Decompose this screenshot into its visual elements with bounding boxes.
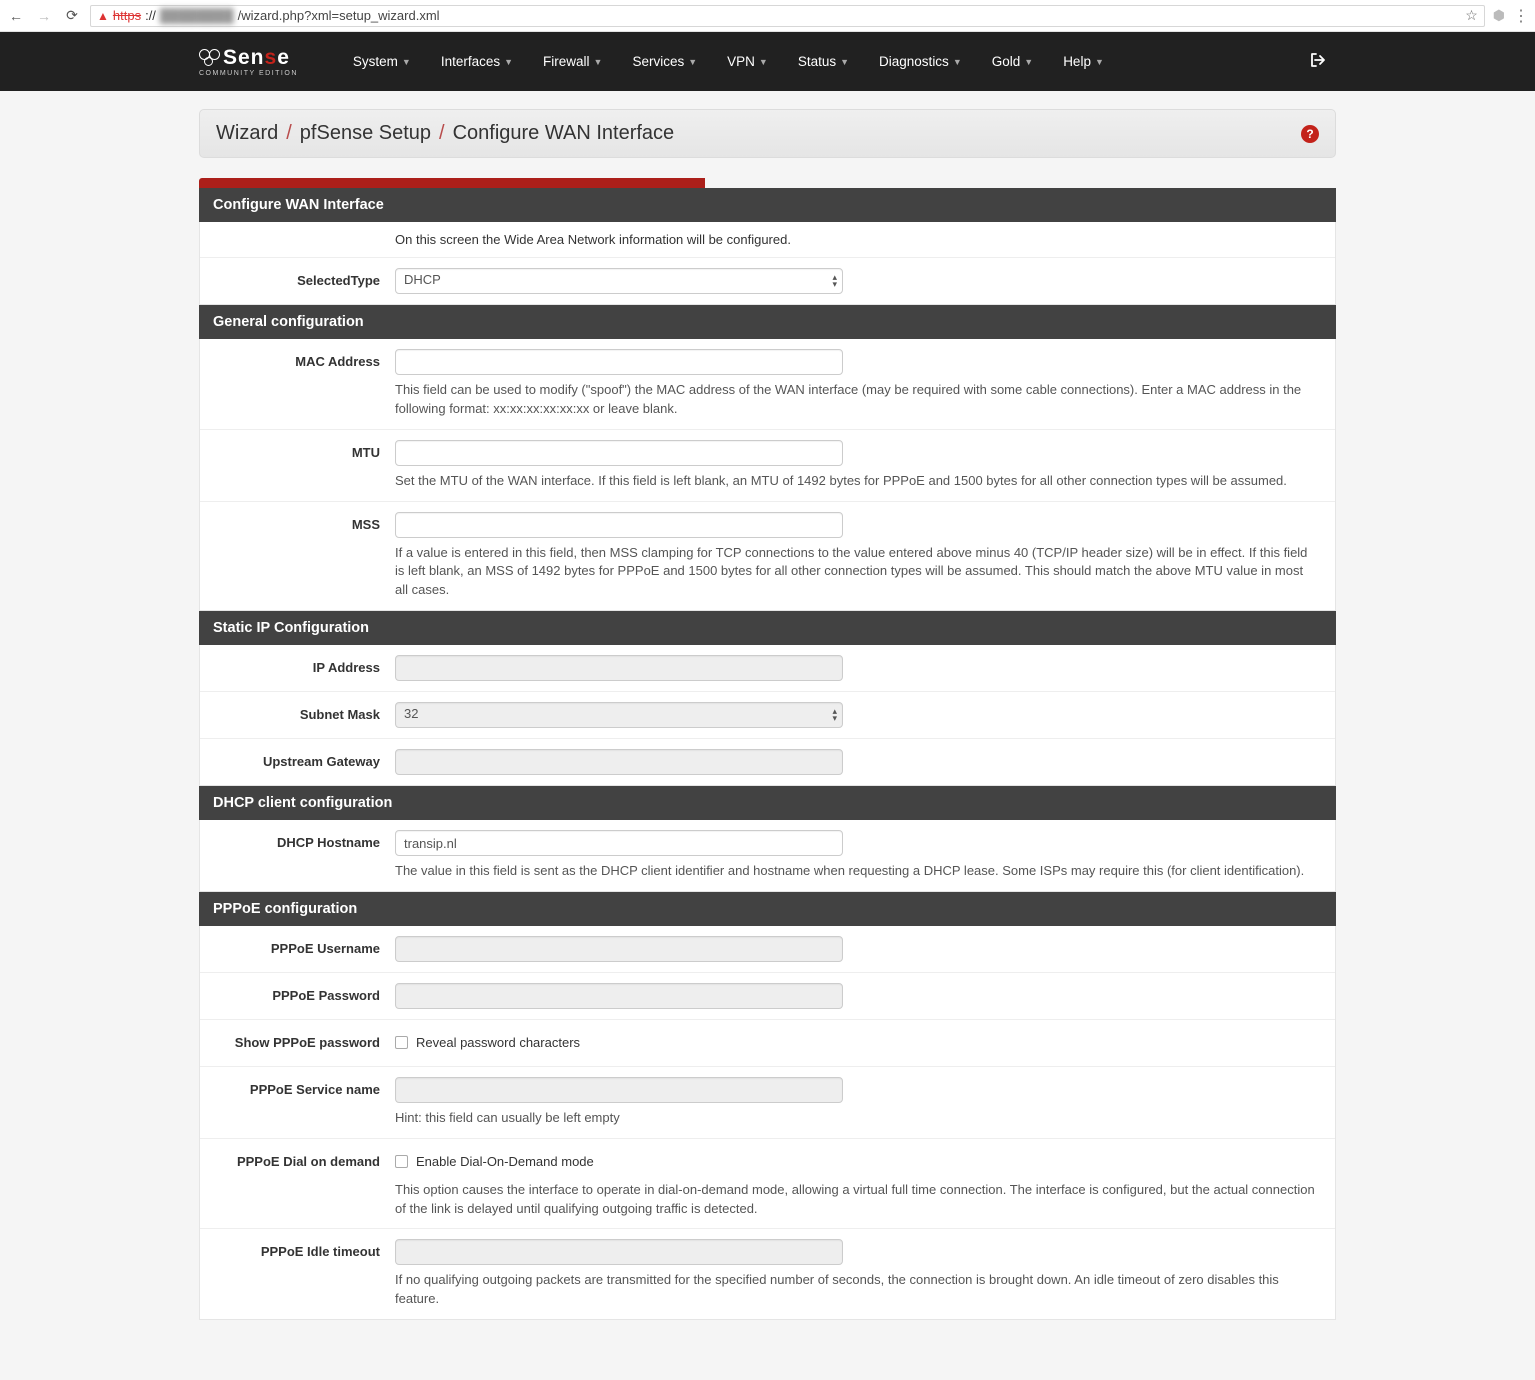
- wizard-progress: [199, 178, 1336, 188]
- browser-toolbar: ← → ⟳ ▲ https:// ████████ /wizard.php?xm…: [0, 0, 1535, 32]
- input-mtu[interactable]: [395, 440, 843, 466]
- text-pppoe-dial-on-demand: Enable Dial-On-Demand mode: [416, 1154, 594, 1169]
- input-pppoe-idle-timeout: [395, 1239, 843, 1265]
- help-pppoe-dial-on-demand: This option causes the interface to oper…: [395, 1181, 1315, 1219]
- label-mtu: MTU: [200, 440, 395, 491]
- nav-item-vpn[interactable]: VPN▼: [712, 32, 783, 91]
- help-dhcp-hostname: The value in this field is sent as the D…: [395, 862, 1315, 881]
- input-mac-address[interactable]: [395, 349, 843, 375]
- help-mss: If a value is entered in this field, the…: [395, 544, 1315, 601]
- select-subnet-mask: 32: [395, 702, 843, 728]
- input-pppoe-username: [395, 936, 843, 962]
- breadcrumb: Wizard / pfSense Setup / Configure WAN I…: [199, 109, 1336, 158]
- checkbox-pppoe-dial-on-demand[interactable]: [395, 1155, 408, 1168]
- nav-item-interfaces[interactable]: Interfaces▼: [426, 32, 528, 91]
- help-mac-address: This field can be used to modify ("spoof…: [395, 381, 1315, 419]
- label-subnet-mask: Subnet Mask: [200, 702, 395, 728]
- caret-down-icon: ▼: [1024, 57, 1033, 67]
- label-selected-type: SelectedType: [200, 268, 395, 294]
- label-mac-address: MAC Address: [200, 349, 395, 419]
- forward-button[interactable]: →: [34, 6, 54, 26]
- breadcrumb-setup[interactable]: pfSense Setup: [300, 122, 431, 145]
- select-selected-type[interactable]: DHCP: [395, 268, 843, 294]
- brand-text-3: e: [277, 46, 290, 70]
- caret-down-icon: ▼: [504, 57, 513, 67]
- checkbox-show-pppoe-password[interactable]: [395, 1036, 408, 1049]
- label-dhcp-hostname: DHCP Hostname: [200, 830, 395, 881]
- help-icon[interactable]: ?: [1301, 125, 1319, 143]
- label-show-pppoe-password: Show PPPoE password: [200, 1030, 395, 1056]
- caret-down-icon: ▼: [759, 57, 768, 67]
- nav-item-diagnostics[interactable]: Diagnostics▼: [864, 32, 977, 91]
- extension-icon[interactable]: ⬢: [1493, 7, 1505, 24]
- label-mss: MSS: [200, 512, 395, 601]
- nav-item-system[interactable]: System▼: [338, 32, 426, 91]
- pfsense-logo-icon: [199, 49, 221, 67]
- input-mss[interactable]: [395, 512, 843, 538]
- caret-down-icon: ▼: [1095, 57, 1104, 67]
- input-pppoe-service-name: [395, 1077, 843, 1103]
- caret-down-icon: ▼: [953, 57, 962, 67]
- nav-item-services[interactable]: Services▼: [617, 32, 712, 91]
- section-header-dhcp: DHCP client configuration: [199, 786, 1336, 820]
- breadcrumb-separator: /: [439, 122, 445, 145]
- label-pppoe-username: PPPoE Username: [200, 936, 395, 962]
- input-upstream-gateway: [395, 749, 843, 775]
- label-pppoe-dial-on-demand: PPPoE Dial on demand: [200, 1149, 395, 1219]
- caret-down-icon: ▼: [688, 57, 697, 67]
- url-host: ████████: [160, 8, 234, 23]
- text-show-pppoe-password: Reveal password characters: [416, 1035, 580, 1050]
- brand-logo[interactable]: Sense COMMUNITY EDITION: [199, 46, 308, 77]
- caret-down-icon: ▼: [840, 57, 849, 67]
- label-upstream-gateway: Upstream Gateway: [200, 749, 395, 775]
- breadcrumb-current: Configure WAN Interface: [453, 122, 675, 145]
- nav-item-status[interactable]: Status▼: [783, 32, 864, 91]
- main-navbar: Sense COMMUNITY EDITION System▼ Interfac…: [0, 32, 1535, 91]
- caret-down-icon: ▼: [402, 57, 411, 67]
- label-pppoe-service-name: PPPoE Service name: [200, 1077, 395, 1128]
- caret-down-icon: ▼: [594, 57, 603, 67]
- back-button[interactable]: ←: [6, 6, 26, 26]
- url-path: /wizard.php?xml=setup_wizard.xml: [238, 8, 440, 23]
- label-pppoe-password: PPPoE Password: [200, 983, 395, 1009]
- help-mtu: Set the MTU of the WAN interface. If thi…: [395, 472, 1315, 491]
- address-bar[interactable]: ▲ https:// ████████ /wizard.php?xml=setu…: [90, 5, 1485, 27]
- brand-text-2: s: [265, 46, 278, 70]
- nav-item-firewall[interactable]: Firewall▼: [528, 32, 617, 91]
- logout-icon[interactable]: [1300, 53, 1336, 71]
- help-pppoe-idle-timeout: If no qualifying outgoing packets are tr…: [395, 1271, 1315, 1309]
- section-header-wan: Configure WAN Interface: [199, 188, 1336, 222]
- nav-items: System▼ Interfaces▼ Firewall▼ Services▼ …: [338, 32, 1119, 91]
- section-header-general: General configuration: [199, 305, 1336, 339]
- breadcrumb-separator: /: [286, 122, 292, 145]
- insecure-icon: ▲: [97, 9, 109, 23]
- help-pppoe-service-name: Hint: this field can usually be left emp…: [395, 1109, 1315, 1128]
- section-header-pppoe: PPPoE configuration: [199, 892, 1336, 926]
- input-pppoe-password: [395, 983, 843, 1009]
- reload-button[interactable]: ⟳: [62, 6, 82, 26]
- url-scheme: https: [113, 8, 141, 23]
- label-ip-address: IP Address: [200, 655, 395, 681]
- label-pppoe-idle-timeout: PPPoE Idle timeout: [200, 1239, 395, 1309]
- wan-intro-text: On this screen the Wide Area Network inf…: [395, 232, 791, 247]
- breadcrumb-wizard[interactable]: Wizard: [216, 122, 278, 145]
- nav-item-help[interactable]: Help▼: [1048, 32, 1119, 91]
- browser-menu-icon[interactable]: ⋮: [1513, 6, 1529, 26]
- input-dhcp-hostname[interactable]: [395, 830, 843, 856]
- brand-text-1: Sen: [223, 46, 265, 70]
- input-ip-address: [395, 655, 843, 681]
- brand-subtitle: COMMUNITY EDITION: [199, 70, 298, 77]
- bookmark-star-icon[interactable]: ☆: [1465, 7, 1478, 24]
- section-header-static: Static IP Configuration: [199, 611, 1336, 645]
- nav-item-gold[interactable]: Gold▼: [977, 32, 1048, 91]
